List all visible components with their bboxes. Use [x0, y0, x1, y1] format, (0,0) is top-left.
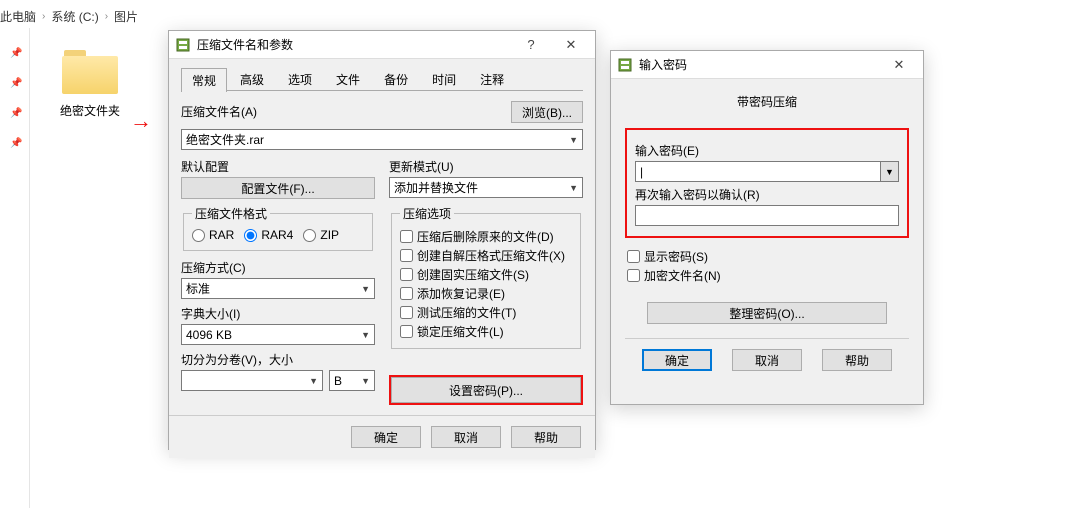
- dialog-buttons: 确定 取消 帮助: [169, 415, 595, 458]
- opt-test[interactable]: 测试压缩的文件(T): [400, 304, 572, 321]
- opt-sfx[interactable]: 创建自解压格式压缩文件(X): [400, 247, 572, 264]
- method-combo[interactable]: 标准 ▼: [181, 278, 375, 299]
- update-mode-value: 添加并替换文件: [394, 179, 478, 196]
- options-group: 压缩选项 压缩后删除原来的文件(D) 创建自解压格式压缩文件(X) 创建固实压缩…: [391, 205, 581, 349]
- format-group: 压缩文件格式 RAR RAR4 ZIP: [183, 205, 373, 251]
- split-size-combo[interactable]: ▼: [181, 370, 323, 391]
- profile-label: 默认配置: [181, 158, 375, 175]
- tab-strip: 常规 高级 选项 文件 备份 时间 注释: [181, 67, 583, 91]
- titlebar[interactable]: 压缩文件名和参数 ? ✕: [169, 31, 595, 59]
- opt-lock[interactable]: 锁定压缩文件(L): [400, 323, 572, 340]
- split-label: 切分为分卷(V)，大小: [181, 351, 375, 368]
- pin-icon: 📌: [10, 108, 20, 118]
- app-icon: [617, 57, 633, 73]
- breadcrumb-item[interactable]: 图片: [114, 8, 138, 25]
- breadcrumb: 此电脑 › 系统 (C:) › 图片: [0, 8, 138, 25]
- dict-value: 4096 KB: [186, 328, 232, 342]
- chevron-down-icon: ▼: [361, 284, 370, 294]
- chevron-down-icon: ▼: [361, 376, 370, 386]
- browse-button[interactable]: 浏览(B)...: [511, 101, 583, 123]
- pin-icon: 📌: [10, 138, 20, 148]
- method-value: 标准: [186, 280, 210, 297]
- tab-options[interactable]: 选项: [277, 67, 323, 91]
- tab-advanced[interactable]: 高级: [229, 67, 275, 91]
- organize-passwords-button[interactable]: 整理密码(O)...: [647, 302, 887, 324]
- opt-delete[interactable]: 压缩后删除原来的文件(D): [400, 228, 572, 245]
- password-dropdown-button[interactable]: ▼: [881, 161, 899, 182]
- titlebar[interactable]: 输入密码 ✕: [611, 51, 923, 79]
- chevron-down-icon: ▼: [309, 376, 318, 386]
- filename-label: 压缩文件名(A): [181, 103, 505, 120]
- password-header: 带密码压缩: [625, 93, 909, 110]
- chevron-right-icon: ›: [42, 11, 45, 22]
- chevron-down-icon: ▼: [569, 135, 578, 145]
- window-title: 压缩文件名和参数: [197, 36, 293, 53]
- close-button[interactable]: ✕: [551, 31, 591, 58]
- dialog-buttons: 确定 取消 帮助: [625, 338, 909, 375]
- help-button[interactable]: ?: [511, 31, 551, 58]
- folder-label: 绝密文件夹: [40, 102, 140, 119]
- ok-button[interactable]: 确定: [351, 426, 421, 448]
- folder-item[interactable]: 绝密文件夹: [40, 50, 140, 119]
- dict-combo[interactable]: 4096 KB ▼: [181, 324, 375, 345]
- tab-comment[interactable]: 注释: [469, 67, 515, 91]
- cancel-button[interactable]: 取消: [431, 426, 501, 448]
- annotation-arrow: →: [130, 108, 152, 134]
- show-password-checkbox[interactable]: 显示密码(S): [627, 248, 909, 265]
- pin-icon: 📌: [10, 78, 20, 88]
- dict-label: 字典大小(I): [181, 305, 375, 322]
- chevron-down-icon: ▼: [569, 183, 578, 193]
- split-unit-value: B: [334, 374, 342, 388]
- filename-value: 绝密文件夹.rar: [186, 131, 264, 148]
- window-title: 输入密码: [639, 56, 687, 73]
- ok-button[interactable]: 确定: [642, 349, 712, 371]
- update-mode-label: 更新模式(U): [389, 158, 583, 175]
- cancel-button[interactable]: 取消: [732, 349, 802, 371]
- confirm-password-input[interactable]: [635, 205, 899, 226]
- breadcrumb-item[interactable]: 系统 (C:): [51, 8, 98, 25]
- app-icon: [175, 37, 191, 53]
- encrypt-names-checkbox[interactable]: 加密文件名(N): [627, 267, 909, 284]
- breadcrumb-item[interactable]: 此电脑: [0, 8, 36, 25]
- method-label: 压缩方式(C): [181, 259, 375, 276]
- chevron-right-icon: ›: [105, 11, 108, 22]
- format-rar[interactable]: RAR: [192, 228, 234, 242]
- pin-icon: 📌: [10, 48, 20, 58]
- enter-password-label: 输入密码(E): [635, 142, 899, 159]
- quick-access-rail: 📌 📌 📌 📌: [0, 28, 30, 508]
- format-label: 压缩文件格式: [192, 205, 270, 222]
- archive-dialog: 压缩文件名和参数 ? ✕ 常规 高级 选项 文件 备份 时间 注释 压缩文件名(…: [168, 30, 596, 450]
- password-fields: 输入密码(E) ▼ 再次输入密码以确认(R): [625, 128, 909, 238]
- split-unit-combo[interactable]: B ▼: [329, 370, 375, 391]
- confirm-password-label: 再次输入密码以确认(R): [635, 186, 899, 203]
- profile-button[interactable]: 配置文件(F)...: [181, 177, 375, 199]
- close-button[interactable]: ✕: [879, 51, 919, 78]
- opt-recovery[interactable]: 添加恢复记录(E): [400, 285, 572, 302]
- update-mode-combo[interactable]: 添加并替换文件 ▼: [389, 177, 583, 198]
- opt-solid[interactable]: 创建固实压缩文件(S): [400, 266, 572, 283]
- enter-password-input[interactable]: [635, 161, 881, 182]
- tab-general[interactable]: 常规: [181, 68, 227, 92]
- options-label: 压缩选项: [400, 205, 454, 222]
- help-button[interactable]: 帮助: [822, 349, 892, 371]
- filename-combo[interactable]: 绝密文件夹.rar ▼: [181, 129, 583, 150]
- format-rar4[interactable]: RAR4: [244, 228, 293, 242]
- set-password-button[interactable]: 设置密码(P)...: [391, 377, 581, 403]
- tab-backup[interactable]: 备份: [373, 67, 419, 91]
- format-zip[interactable]: ZIP: [303, 228, 339, 242]
- password-dialog: 输入密码 ✕ 带密码压缩 输入密码(E) ▼ 再次输入密码以确认(R) 显示密码…: [610, 50, 924, 405]
- help-button[interactable]: 帮助: [511, 426, 581, 448]
- tab-time[interactable]: 时间: [421, 67, 467, 91]
- chevron-down-icon: ▼: [361, 330, 370, 340]
- tab-files[interactable]: 文件: [325, 67, 371, 91]
- folder-icon: [62, 50, 118, 94]
